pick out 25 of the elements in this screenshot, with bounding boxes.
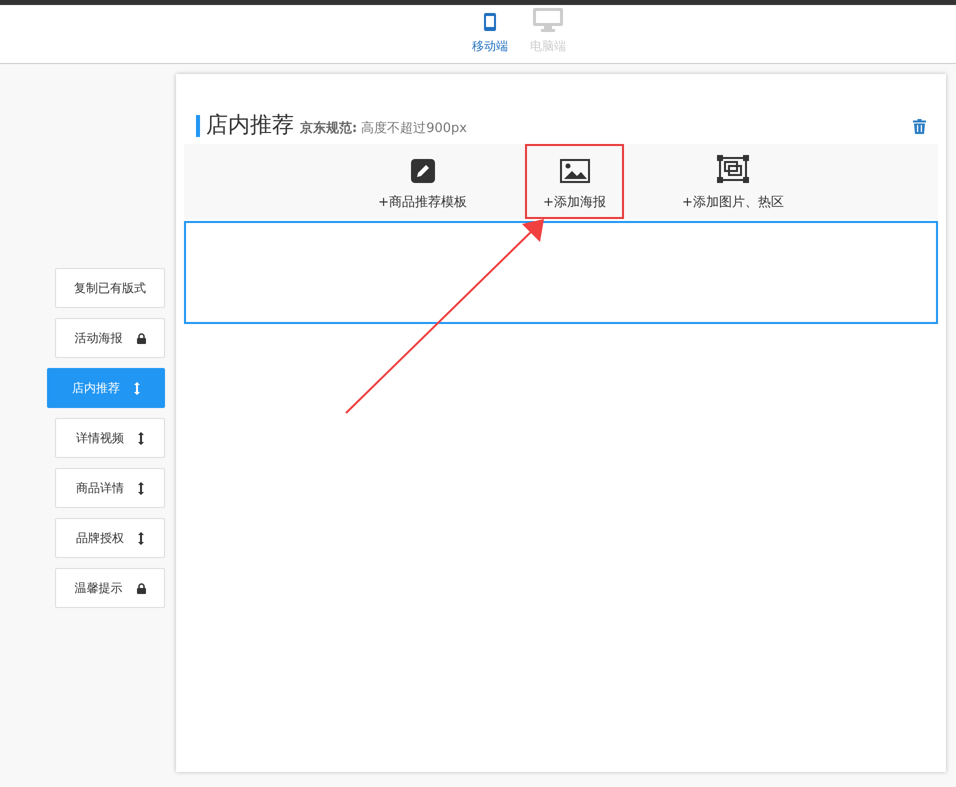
add-option-button[interactable]: +添加图片、热区 <box>664 144 802 219</box>
monitor-icon <box>533 8 563 32</box>
rule-text: 高度不超过900px <box>361 120 467 137</box>
section-title: 店内推荐 <box>196 115 294 137</box>
sidebar-item[interactable]: 品牌授权 <box>55 518 165 558</box>
phone-icon <box>483 12 497 32</box>
image-icon <box>560 159 590 183</box>
vertical-arrows-icon <box>138 432 144 444</box>
rule-label: 京东规范: <box>300 120 358 137</box>
vertical-arrows-icon <box>138 482 144 494</box>
trash-icon[interactable] <box>913 118 926 134</box>
sidebar-item[interactable]: 详情视频 <box>55 418 165 458</box>
pencil-icon <box>410 159 435 183</box>
add-option-button[interactable]: +添加海报 <box>525 144 624 219</box>
sidebar-item[interactable]: 复制已有版式 <box>55 268 165 308</box>
lock-icon <box>136 582 146 594</box>
device-tab[interactable]: 移动端 <box>472 5 508 63</box>
frame-icon <box>716 155 749 183</box>
sidebar-item[interactable]: 活动海报 <box>55 318 165 358</box>
sidebar-item[interactable]: 温馨提示 <box>55 568 165 608</box>
vertical-arrows-icon <box>134 382 140 394</box>
lock-icon <box>136 332 146 344</box>
sidebar-item[interactable]: 商品详情 <box>55 468 165 508</box>
vertical-arrows-icon <box>138 532 144 544</box>
add-option-button[interactable]: +商品推荐模板 <box>360 144 486 219</box>
